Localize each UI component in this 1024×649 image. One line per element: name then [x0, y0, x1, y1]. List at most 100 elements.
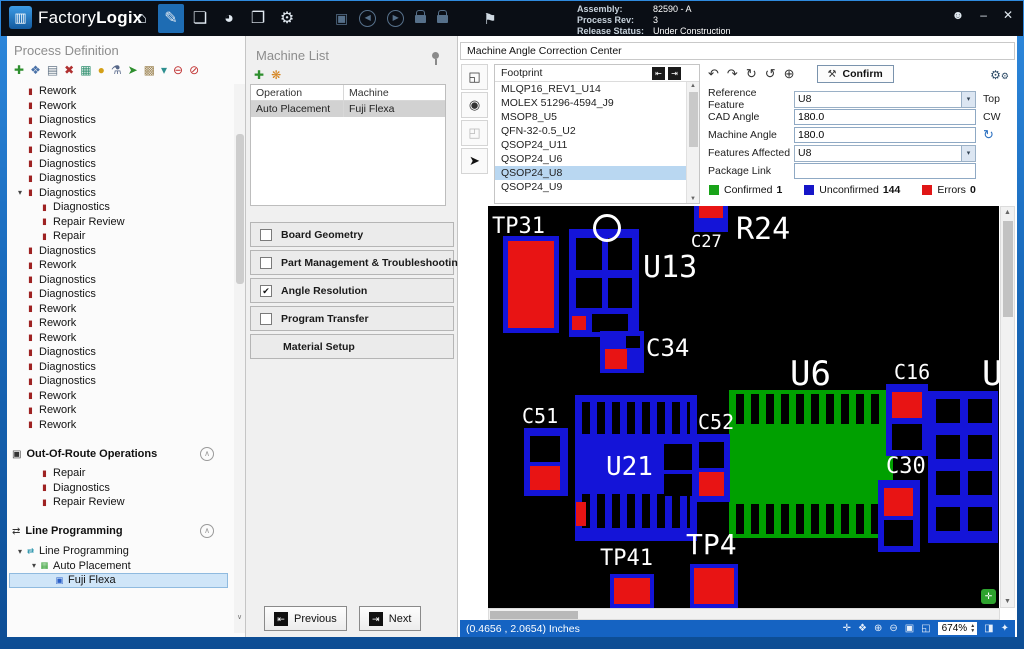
zoom-in-icon[interactable]: ⊕ — [874, 623, 882, 634]
footprint-item[interactable]: QSOP24_U11 — [495, 138, 686, 152]
print-icon[interactable]: ▤ — [47, 63, 58, 77]
pan-icon[interactable]: ✛ — [843, 623, 851, 634]
viewer-settings-icon[interactable]: ✦ — [1001, 623, 1009, 634]
board-angle-icon[interactable]: ◉ — [461, 92, 488, 118]
close-button[interactable]: ✕ — [1003, 8, 1013, 22]
release-process-icon[interactable]: ⚑ — [483, 10, 496, 28]
tree-item-diagnostics[interactable]: ▮Diagnostics — [9, 273, 232, 288]
zoom-selection-icon[interactable]: ◱ — [921, 623, 930, 634]
flask-icon[interactable]: ⚗ — [111, 63, 122, 77]
rotate-ccw-icon[interactable]: ↶ — [708, 66, 719, 82]
tree-item-diagnostics[interactable]: ▮Diagnostics — [9, 360, 232, 375]
scrollbar-thumb[interactable] — [236, 134, 244, 284]
lock-icon[interactable] — [415, 15, 426, 23]
zoom-down-icon[interactable]: ▼ — [970, 629, 975, 634]
unlock-icon[interactable] — [437, 15, 448, 23]
settings-gear-icon[interactable]: ⚙ — [274, 4, 300, 33]
zoom-board-icon[interactable]: ✛ — [981, 589, 996, 604]
tree-item-diagnostics[interactable]: ▮Diagnostics — [9, 374, 232, 389]
add-machine-icon[interactable]: ✚ — [254, 68, 264, 82]
vertical-scrollbar[interactable]: ▲ ▼ — [1000, 206, 1015, 608]
analytics-globe-icon[interactable]: ◕ — [216, 4, 242, 33]
cad-angle-input[interactable] — [794, 109, 976, 125]
workflow-step-angle-resolution[interactable]: ✔Angle Resolution — [250, 278, 454, 303]
zoom-extents-icon[interactable]: ▣ — [905, 623, 914, 634]
rotate-180-icon[interactable]: ↻ — [746, 66, 757, 82]
workflow-step-board-geometry[interactable]: Board Geometry — [250, 222, 454, 247]
refresh-angle-icon[interactable]: ↻ — [983, 127, 994, 143]
first-footprint-button[interactable]: ⇤ — [652, 67, 665, 80]
tree-item-diagnostics[interactable]: ▾▮Diagnostics — [9, 186, 232, 201]
zoom-spinner[interactable]: ▲ ▼ — [970, 624, 975, 634]
tree-item-rework[interactable]: ▮Rework — [9, 302, 232, 317]
back-icon[interactable]: ◀ — [359, 10, 376, 27]
options-gears-icon[interactable]: ⚙⚙ — [990, 66, 1009, 84]
tree-item-repair-review[interactable]: ▮Repair Review — [9, 495, 232, 510]
pin-icon[interactable] — [432, 52, 439, 59]
tree-item-line-programming[interactable]: ▾⇄Line Programming — [9, 544, 232, 559]
workflow-step-material-setup[interactable]: Material Setup — [250, 334, 454, 359]
zoom-level-stepper[interactable]: 674% ▲ ▼ — [938, 622, 978, 635]
step-checkbox[interactable]: ✔ — [260, 285, 272, 297]
snapshot-icon[interactable]: ◨ — [984, 623, 993, 634]
footprint-item[interactable]: QSOP24_U9 — [495, 180, 686, 194]
features-affected-select[interactable]: U8 ▾ — [794, 145, 976, 162]
scroll-down-icon[interactable]: ▼ — [687, 196, 699, 202]
workflow-step-part-management-troubleshooting[interactable]: Part Management & Troubleshooting — [250, 250, 454, 275]
process-docs-icon[interactable]: ❏ — [187, 4, 213, 33]
home-icon[interactable]: ⌂ — [129, 4, 155, 33]
tree-item-diagnostics[interactable]: ▮Diagnostics — [9, 113, 232, 128]
board-top-view-icon[interactable]: ◱ — [461, 64, 488, 90]
horizontal-scrollbar[interactable] — [488, 608, 1000, 620]
machine-settings-icon[interactable]: ❋ — [271, 68, 281, 82]
expander-icon[interactable]: ▾ — [15, 547, 25, 556]
link-icon[interactable]: ❖ — [30, 63, 41, 77]
footprint-item[interactable]: MLQP16_REV1_U14 — [495, 82, 686, 96]
tree-item-rework[interactable]: ▮Rework — [9, 128, 232, 143]
tree-item-diagnostics[interactable]: ▮Diagnostics — [9, 244, 232, 259]
package-link-input[interactable] — [794, 163, 976, 179]
step-checkbox[interactable] — [260, 257, 272, 269]
edit-process-icon[interactable]: ✎ — [158, 4, 184, 33]
tree-item-diagnostics[interactable]: ▮Diagnostics — [9, 481, 232, 496]
confirm-button[interactable]: ⚒ Confirm — [817, 65, 894, 83]
run-placement-icon[interactable]: ➤ — [461, 148, 488, 174]
footprint-scrollbar[interactable]: ▲ ▼ — [686, 82, 699, 203]
reference-feature-select[interactable]: U8 ▾ — [794, 91, 976, 108]
block-icon[interactable]: ⊘ — [189, 63, 199, 77]
user-icon[interactable]: ● — [98, 63, 105, 77]
crosshair-icon[interactable]: ⊕ — [784, 66, 795, 82]
footprint-item[interactable]: QSOP24_U6 — [495, 152, 686, 166]
step-checkbox[interactable] — [260, 229, 272, 241]
tree-item-rework[interactable]: ▮Rework — [9, 84, 232, 99]
reset-rotation-icon[interactable]: ↺ — [765, 66, 776, 82]
footprint-item[interactable]: QSOP24_U8 — [495, 166, 686, 180]
machine-angle-input[interactable] — [794, 127, 976, 143]
workflow-step-program-transfer[interactable]: Program Transfer — [250, 306, 454, 331]
board-copy-icon[interactable]: ◰ — [461, 120, 488, 146]
tree-item-rework[interactable]: ▮Rework — [9, 389, 232, 404]
tree-item-rework[interactable]: ▮Rework — [9, 418, 232, 433]
forward-icon[interactable]: ▶ — [387, 10, 404, 27]
cut-icon[interactable]: ✖ — [64, 63, 74, 77]
chevron-down-icon[interactable]: ▾ — [961, 146, 975, 161]
chevron-down-icon[interactable]: ▾ — [961, 92, 975, 107]
save-icon[interactable]: ▣ — [335, 10, 348, 27]
tree-item-rework[interactable]: ▮Rework — [9, 316, 232, 331]
scrollbar-thumb[interactable] — [490, 611, 578, 619]
tree-item-rework[interactable]: ▮Rework — [9, 258, 232, 273]
minimize-button[interactable]: – — [980, 8, 987, 22]
tree-item-rework[interactable]: ▮Rework — [9, 331, 232, 346]
remove-icon[interactable]: ⊖ — [173, 63, 183, 77]
user-session-icon[interactable]: ☻ — [952, 8, 965, 22]
scroll-up-icon[interactable]: ▲ — [1001, 209, 1014, 216]
tree-item-diagnostics[interactable]: ▮Diagnostics — [9, 345, 232, 360]
dropdown-icon[interactable]: ▾ — [161, 63, 167, 77]
tree-item-repair[interactable]: ▮Repair — [9, 466, 232, 481]
scroll-up-icon[interactable]: ▲ — [687, 83, 699, 89]
collapse-out-of-route-button[interactable]: ∧ — [200, 447, 214, 461]
rotate-cw-icon[interactable]: ↷ — [727, 66, 738, 82]
scrollbar-down-arrow-icon[interactable]: ∨ — [234, 613, 245, 621]
tree-item-diagnostics[interactable]: ▮Diagnostics — [9, 142, 232, 157]
add-icon[interactable]: ✚ — [14, 63, 24, 77]
